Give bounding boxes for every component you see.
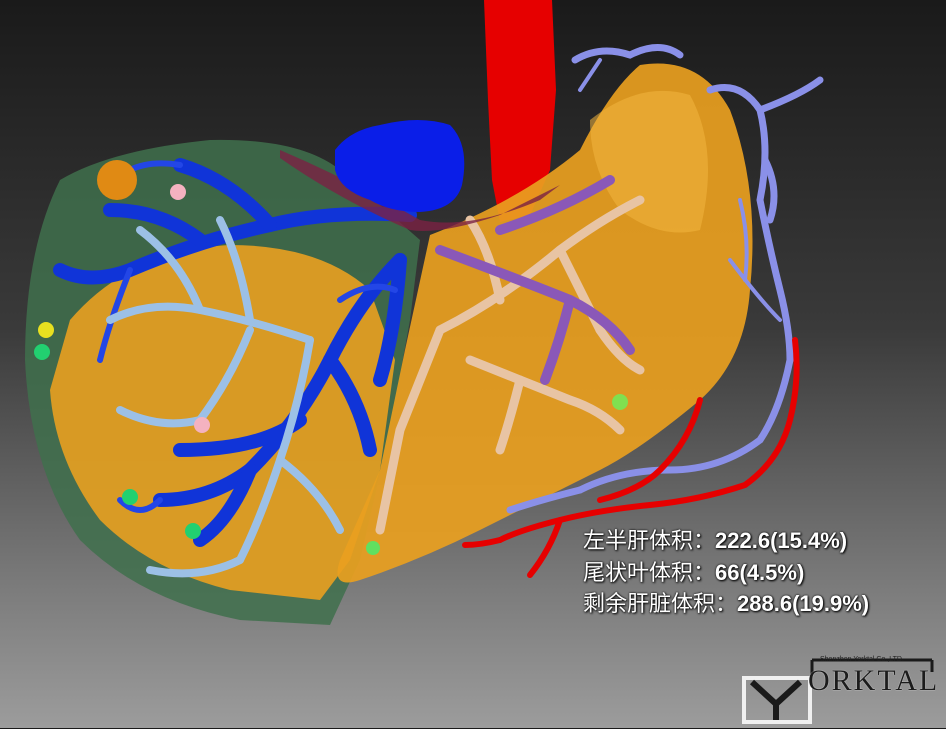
volume-stats: 左半肝体积：222.6(15.4%) 尾状叶体积：66(4.5%) 剩余肝脏体积… (583, 526, 869, 621)
stat-value: 288.6(19.9%) (737, 591, 870, 616)
logo-wordmark: ORKTAL (808, 664, 940, 697)
stat-value: 222.6(15.4%) (715, 528, 848, 553)
marker-green (34, 344, 50, 360)
stat-left-hemi-liver: 左半肝体积：222.6(15.4%) (583, 526, 869, 558)
stat-value: 66(4.5%) (715, 559, 805, 585)
stat-remaining-liver: 剩余肝脏体积：288.6(19.9%) (583, 589, 869, 621)
marker-green (185, 523, 201, 539)
marker-orange (97, 160, 137, 200)
stat-label: 左半肝体积： (583, 529, 716, 554)
marker-yellow (38, 322, 54, 338)
stat-caudate-lobe: 尾状叶体积：66(4.5%) (583, 558, 869, 590)
stat-label: 尾状叶体积： (583, 560, 716, 586)
marker-green (366, 541, 380, 555)
stat-label: 剩余肝脏体积： (583, 592, 738, 617)
marker-green (122, 489, 138, 505)
marker-pink (194, 417, 210, 433)
marker-pink (170, 184, 186, 200)
yorktal-logo: Shenzhen Yorktal Co.,LTD. ORKTAL (742, 652, 938, 724)
marker-green (612, 394, 628, 410)
logo-company-line: Shenzhen Yorktal Co.,LTD. (820, 656, 904, 663)
